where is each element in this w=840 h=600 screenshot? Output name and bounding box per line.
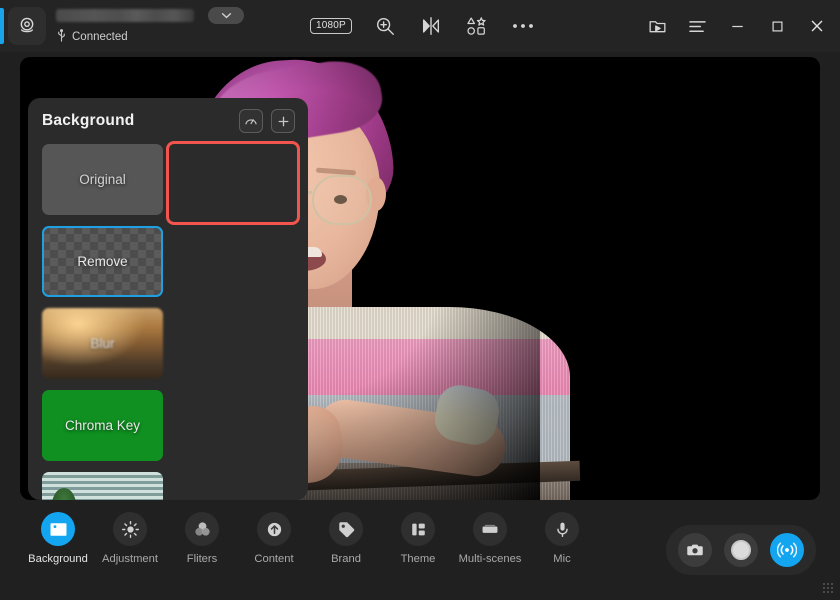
hamburger-menu-icon[interactable] xyxy=(680,9,714,43)
tag-icon xyxy=(329,512,363,546)
close-icon[interactable] xyxy=(800,9,834,43)
tile-label: Remove xyxy=(77,254,128,269)
center-toolbar: 1080P xyxy=(310,0,536,52)
nav-item-multi-scenes[interactable]: Multi-scenes xyxy=(456,512,524,565)
snapshot-button[interactable] xyxy=(678,533,712,567)
lens-right xyxy=(312,175,372,225)
webcam-icon[interactable] xyxy=(8,7,46,45)
media-library-icon[interactable] xyxy=(640,9,674,43)
nav-item-adjustment[interactable]: Adjustment xyxy=(96,512,164,565)
nav-item-brand[interactable]: Brand xyxy=(312,512,380,565)
image-icon xyxy=(41,512,75,546)
device-name-redacted xyxy=(56,9,194,22)
accent-bar xyxy=(0,8,4,44)
minimize-icon[interactable] xyxy=(720,9,754,43)
nav-label: Mic xyxy=(553,553,571,565)
gauge-settings-icon[interactable] xyxy=(239,109,263,133)
background-tile-chroma-key[interactable]: Chroma Key xyxy=(42,390,163,461)
live-stream-button[interactable] xyxy=(770,533,804,567)
usb-icon xyxy=(56,29,67,45)
upload-arrow-icon xyxy=(257,512,291,546)
connection-status: Connected xyxy=(56,29,236,45)
office-plant xyxy=(52,488,76,500)
zoom-in-icon[interactable] xyxy=(372,13,398,39)
record-button[interactable] xyxy=(724,533,758,567)
mirror-icon[interactable] xyxy=(418,13,444,39)
resolution-badge[interactable]: 1080P xyxy=(310,18,352,34)
nav-label: Brand xyxy=(331,553,361,565)
nav-label: Content xyxy=(254,553,294,565)
background-panel: Background Original Remove Blur Chroma K… xyxy=(28,98,308,500)
bottom-nav: Background Adjustment Fliters Content Br… xyxy=(24,512,596,565)
background-panel-header-buttons xyxy=(239,109,295,133)
connection-status-label: Connected xyxy=(72,31,128,43)
record-ring-icon xyxy=(731,540,751,560)
maximize-icon[interactable] xyxy=(760,9,794,43)
page-title: Background xyxy=(42,112,135,129)
nav-label: Background xyxy=(28,553,88,565)
nav-item-theme[interactable]: Theme xyxy=(384,512,452,565)
tile-label: Blur xyxy=(90,336,115,351)
tile-label: Original xyxy=(79,172,126,187)
nav-label: Theme xyxy=(400,553,436,565)
background-tile-original[interactable]: Original xyxy=(42,144,163,215)
nav-item-filters[interactable]: Fliters xyxy=(168,512,236,565)
more-options-icon[interactable] xyxy=(510,13,536,39)
capture-controls xyxy=(666,525,816,575)
background-tile-office-desk[interactable] xyxy=(42,472,163,500)
nav-item-background[interactable]: Background xyxy=(24,512,92,565)
scenes-icon xyxy=(473,512,507,546)
background-tile-blur[interactable]: Blur xyxy=(42,308,163,379)
chevron-down-icon[interactable] xyxy=(208,7,244,24)
effects-shapes-icon[interactable] xyxy=(464,13,490,39)
device-selector[interactable]: Connected xyxy=(56,7,244,45)
nav-item-content[interactable]: Content xyxy=(240,512,308,565)
brightness-icon xyxy=(113,512,147,546)
background-tile-grid: Original Remove Blur Chroma Key xyxy=(28,144,308,500)
nav-label: Fliters xyxy=(186,553,218,565)
microphone-icon xyxy=(545,512,579,546)
bottom-toolbar: Background Adjustment Fliters Content Br… xyxy=(0,500,840,600)
background-panel-header: Background xyxy=(28,98,308,144)
tile-label: Chroma Key xyxy=(64,418,141,433)
window-controls xyxy=(640,0,834,52)
title-bar: Connected 1080P xyxy=(0,0,840,52)
layout-icon xyxy=(401,512,435,546)
add-background-icon[interactable] xyxy=(271,109,295,133)
nav-label: Adjustment xyxy=(102,553,158,565)
resize-grip[interactable] xyxy=(822,582,834,594)
nav-label: Multi-scenes xyxy=(458,553,522,565)
background-tile-remove[interactable]: Remove xyxy=(42,226,163,297)
nav-item-mic[interactable]: Mic xyxy=(528,512,596,565)
filters-circles-icon xyxy=(185,512,219,546)
